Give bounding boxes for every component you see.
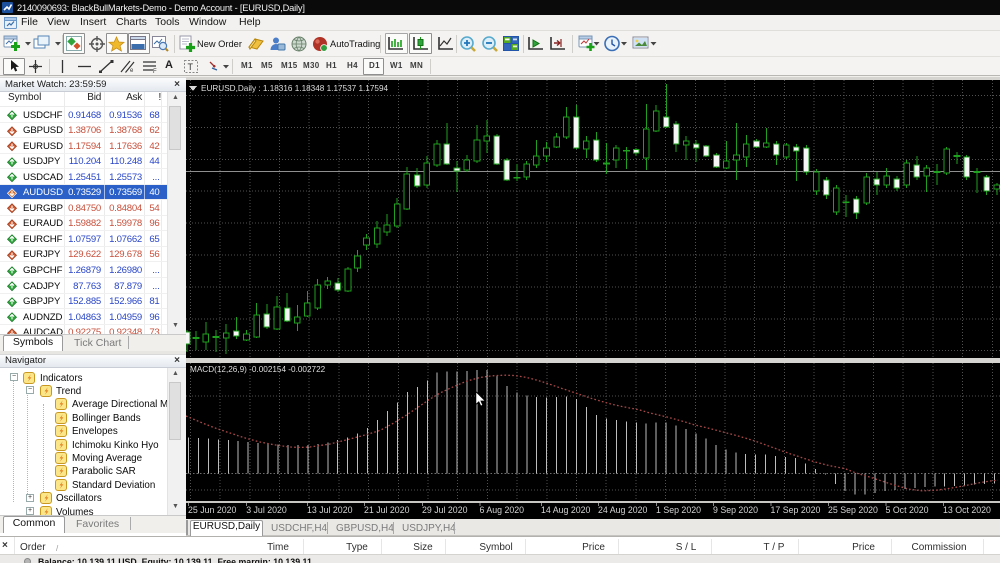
svg-text:13 Oct 2020: 13 Oct 2020 [943, 505, 991, 515]
svg-text:EURUSD,Daily : 1.18316 1.18348: EURUSD,Daily : 1.18316 1.18348 1.17537 1… [201, 84, 389, 93]
svg-text:MACD(12,26,9) -0.002154 -0.002: MACD(12,26,9) -0.002154 -0.002722 [190, 365, 326, 374]
svg-text:1 Sep 2020: 1 Sep 2020 [656, 505, 701, 515]
svg-text:13 Jul 2020: 13 Jul 2020 [307, 505, 353, 515]
svg-text:21 Jul 2020: 21 Jul 2020 [364, 505, 410, 515]
svg-text:F: F [153, 69, 157, 73]
svg-text:6 Aug 2020: 6 Aug 2020 [480, 505, 525, 515]
svg-text:25 Sep 2020: 25 Sep 2020 [828, 505, 878, 515]
svg-text:3 Jul 2020: 3 Jul 2020 [246, 505, 287, 515]
svg-text:5 Oct 2020: 5 Oct 2020 [886, 505, 929, 515]
svg-text:T: T [188, 62, 194, 72]
svg-text:17 Sep 2020: 17 Sep 2020 [771, 505, 821, 515]
svg-text:9 Sep 2020: 9 Sep 2020 [713, 505, 758, 515]
svg-text:24 Aug 2020: 24 Aug 2020 [598, 505, 648, 515]
svg-text:14 Aug 2020: 14 Aug 2020 [541, 505, 591, 515]
svg-text:25 Jun 2020: 25 Jun 2020 [188, 505, 237, 515]
svg-text:29 Jul 2020: 29 Jul 2020 [422, 505, 468, 515]
svg-text:e: e [130, 68, 134, 73]
